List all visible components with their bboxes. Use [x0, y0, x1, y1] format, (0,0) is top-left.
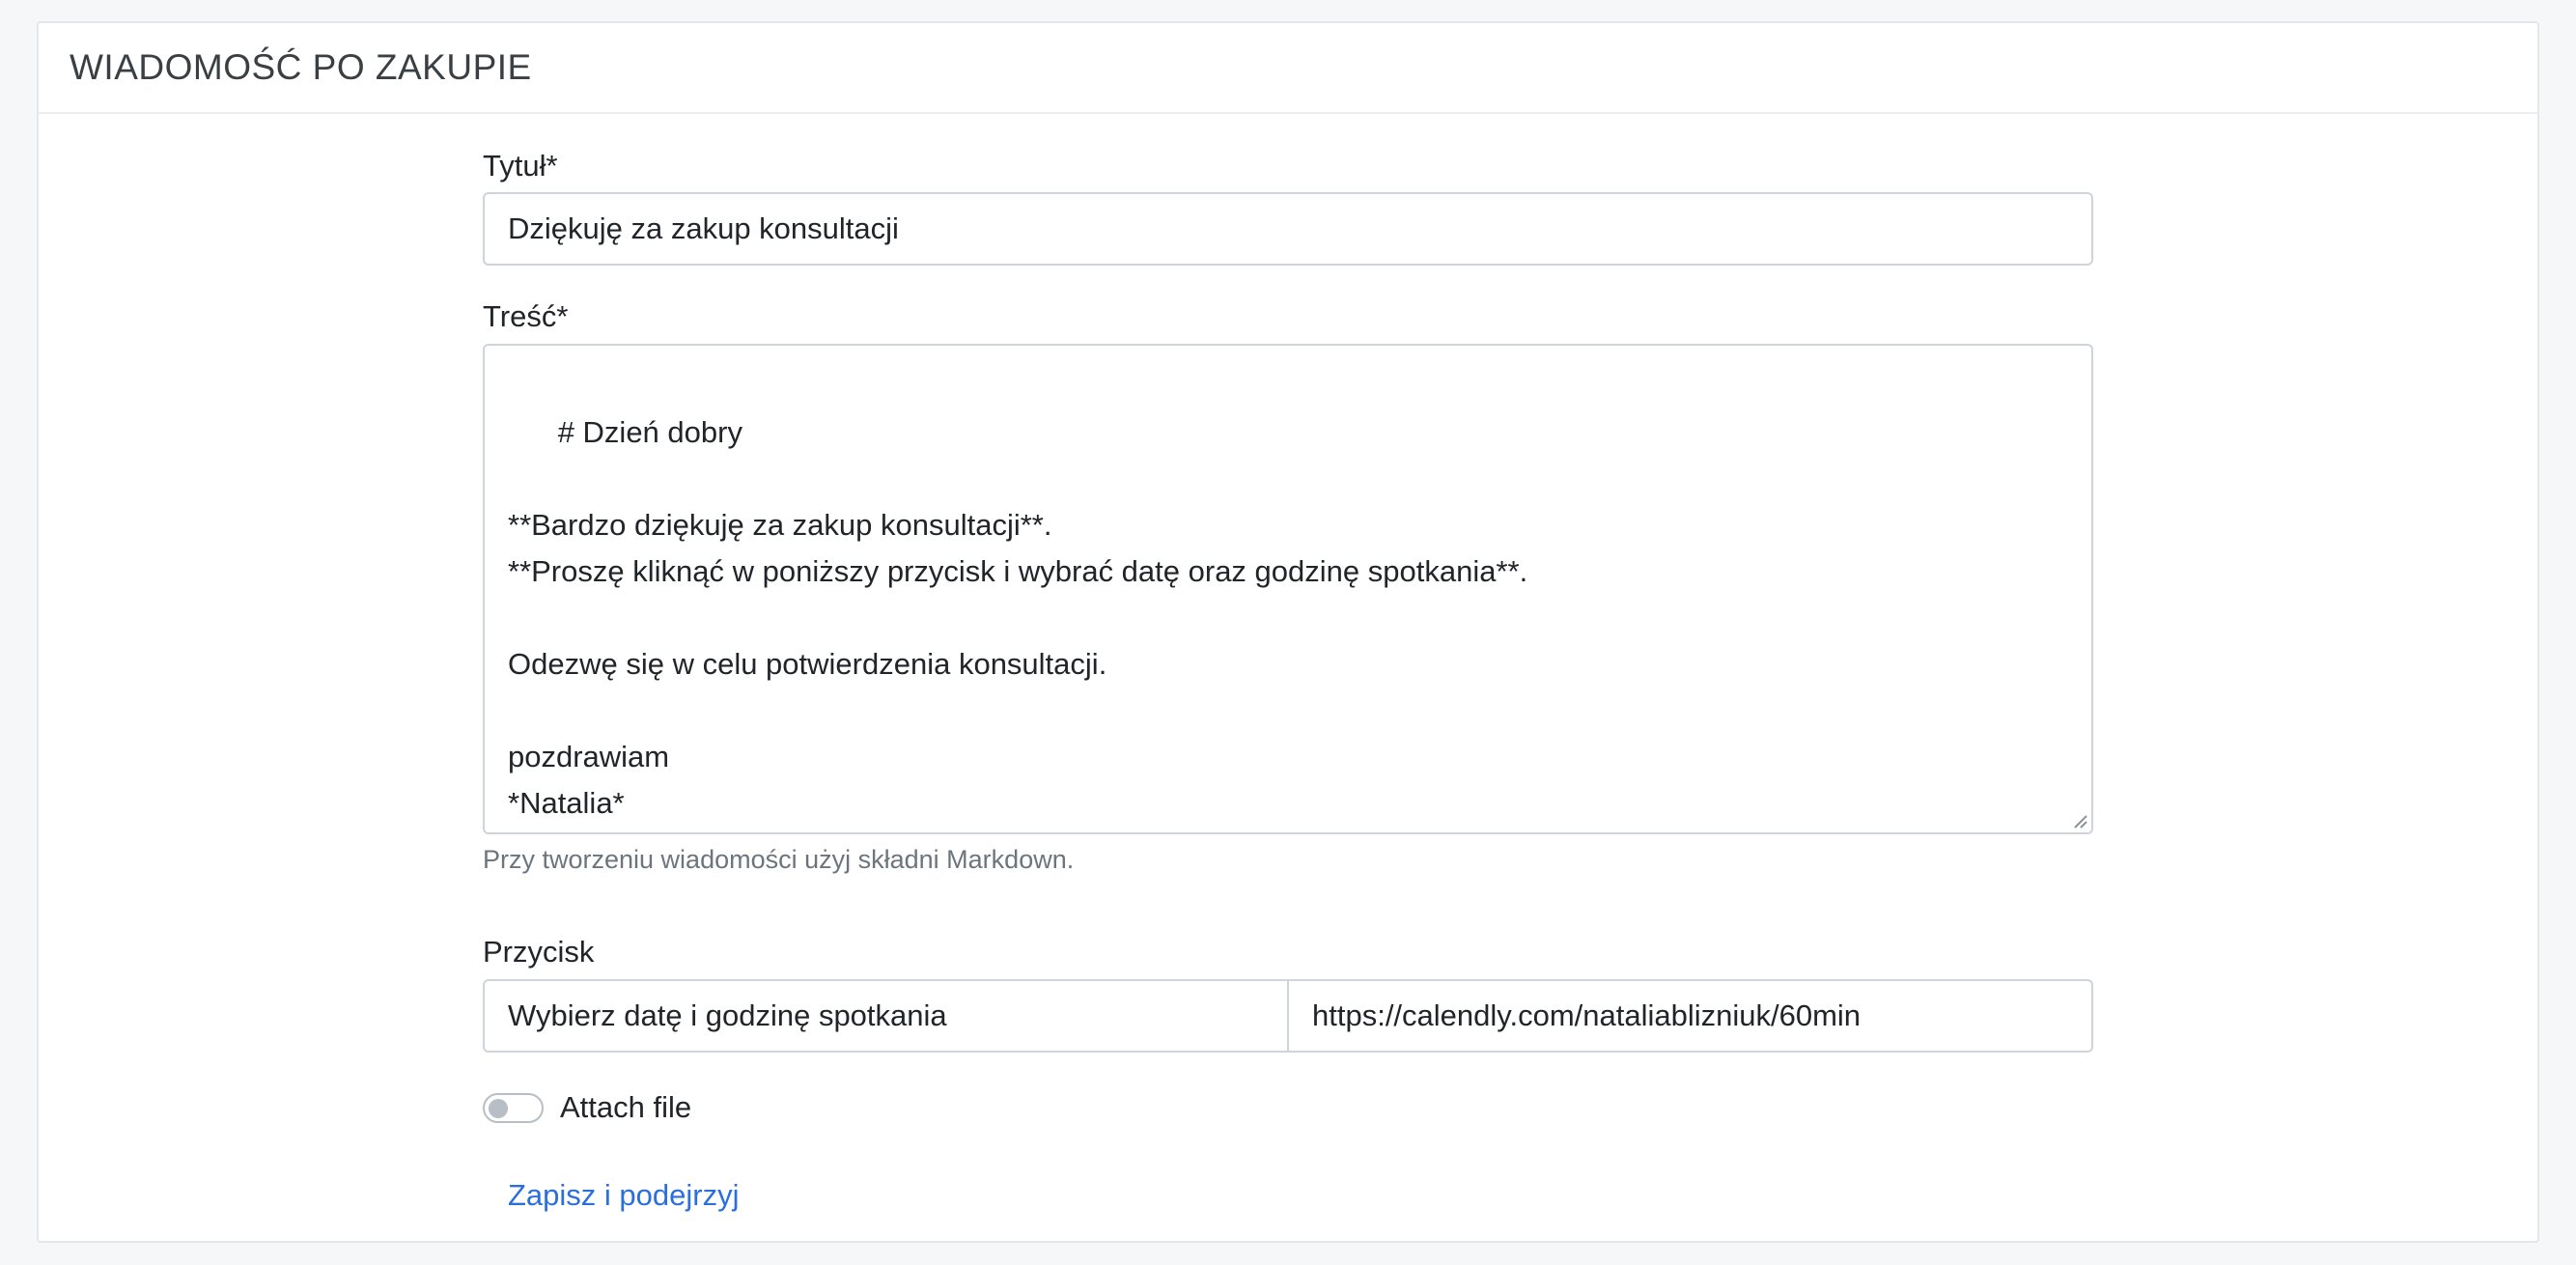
- card-header: WIADOMOŚĆ PO ZAKUPIE: [39, 23, 2537, 114]
- card-title: WIADOMOŚĆ PO ZAKUPIE: [70, 47, 532, 87]
- message-card: WIADOMOŚĆ PO ZAKUPIE Tytuł* Dziękuję za …: [37, 21, 2539, 1243]
- toggle-knob: [489, 1098, 508, 1118]
- markdown-help-text: Przy tworzeniu wiadomości użyj składni M…: [483, 845, 1075, 874]
- title-label: Tytuł*: [483, 149, 558, 183]
- save-and-preview-button[interactable]: Zapisz i podejrzyj: [508, 1178, 739, 1213]
- button-label: Przycisk: [483, 935, 595, 969]
- title-input[interactable]: Dziękuję za zakup konsultacji: [483, 192, 2093, 266]
- button-input-group: Wybierz datę i godzinę spotkania https:/…: [483, 979, 2093, 1053]
- resize-handle-icon[interactable]: [2072, 813, 2087, 829]
- content-label: Treść*: [483, 299, 569, 333]
- content-text: # Dzień dobry **Bardzo dziękuję za zakup…: [508, 415, 1528, 820]
- attach-file-toggle[interactable]: [483, 1092, 544, 1123]
- button-text-input[interactable]: Wybierz datę i godzinę spotkania: [483, 979, 1289, 1053]
- attach-file-row: Attach file: [483, 1090, 691, 1125]
- attach-file-label: Attach file: [560, 1090, 692, 1124]
- content-textarea[interactable]: # Dzień dobry **Bardzo dziękuję za zakup…: [483, 344, 2093, 834]
- button-url-input[interactable]: https://calendly.com/nataliablizniuk/60m…: [1289, 979, 2093, 1053]
